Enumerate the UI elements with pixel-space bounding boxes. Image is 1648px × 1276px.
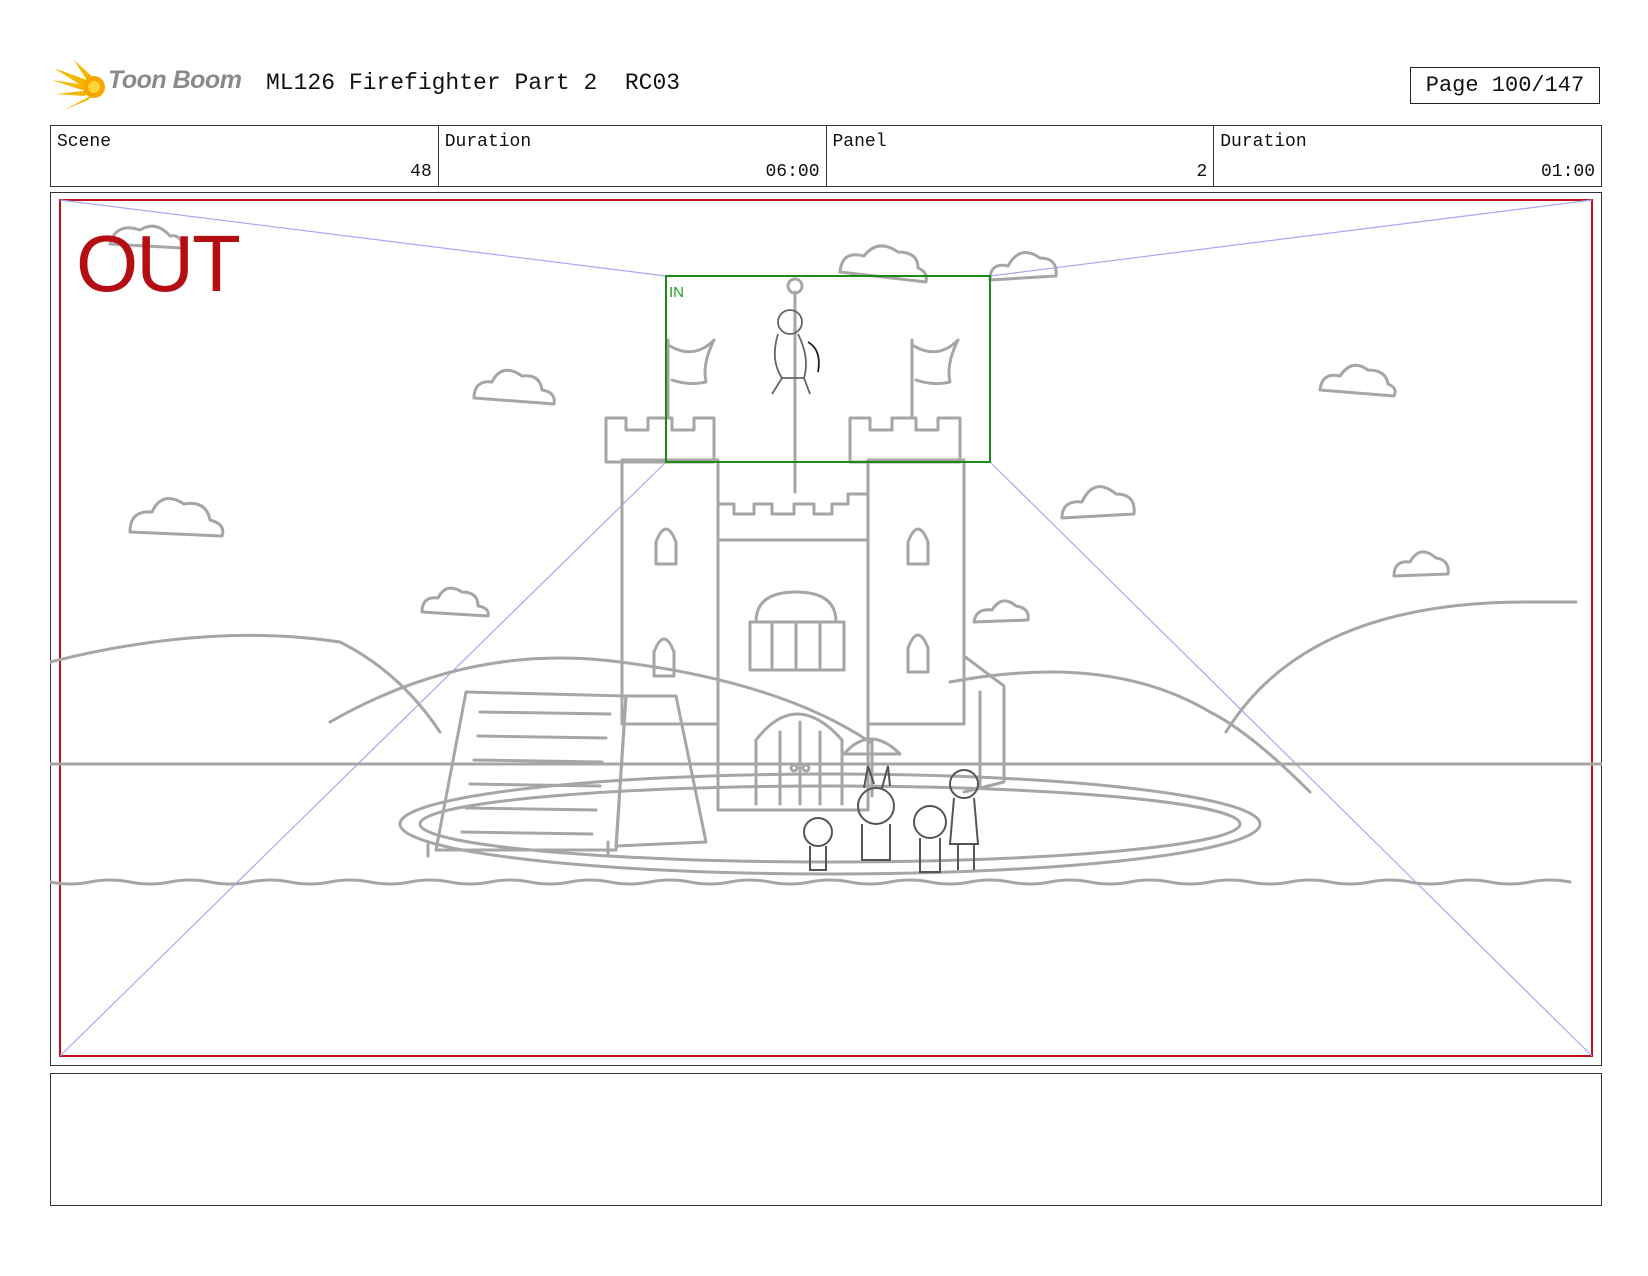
panel-notes-box[interactable] <box>50 1073 1602 1206</box>
panel-label: Panel <box>832 132 887 152</box>
panel-duration-value: 01:00 <box>1540 162 1595 182</box>
scene-label: Scene <box>57 132 112 152</box>
cloud <box>472 368 556 406</box>
panel-cell: Panel 2 <box>827 126 1215 186</box>
out-frame-label: OUT <box>76 219 241 308</box>
cloud <box>420 586 490 618</box>
out-camera-frame <box>59 199 1593 1057</box>
page-indicator: Page 100/147 <box>1410 67 1600 104</box>
panel-value: 2 <box>1196 162 1208 182</box>
scene-info-table: Scene 48 Duration 06:00 Panel 2 Duration… <box>50 125 1602 187</box>
panel-duration-label: Duration <box>1220 132 1307 152</box>
cloud <box>1060 485 1136 520</box>
cloud <box>128 497 225 538</box>
characters-sketch <box>803 765 980 873</box>
scene-duration-cell: Duration 06:00 <box>439 126 827 186</box>
storyboard-sketch <box>50 199 1602 1057</box>
scene-cell: Scene 48 <box>51 126 439 186</box>
cloud <box>972 599 1030 624</box>
panel-duration-cell: Duration 01:00 <box>1214 126 1601 186</box>
camera-guide-lines <box>59 199 1593 1057</box>
background-sketch <box>50 224 1602 886</box>
cloud <box>1392 550 1450 578</box>
scene-value: 48 <box>410 162 432 182</box>
scene-duration-label: Duration <box>444 132 532 152</box>
logo-text: Toon Boom <box>108 66 242 94</box>
cloud <box>988 251 1058 282</box>
in-frame-label: IN <box>669 284 684 301</box>
document-title: ML126 Firefighter Part 2 RC03 <box>266 70 681 96</box>
scene-duration-value: 06:00 <box>765 162 820 182</box>
cloud <box>1318 363 1397 398</box>
